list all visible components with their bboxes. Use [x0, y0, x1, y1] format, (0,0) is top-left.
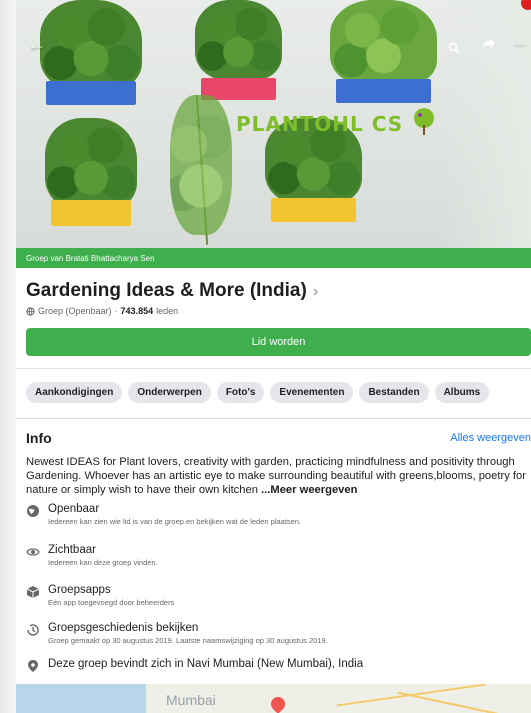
- planter-blue-left: [40, 0, 142, 105]
- info-item-visible: Zichtbaar Iedereen kan deze groep vinden…: [26, 544, 526, 567]
- tall-plant-foliage: [170, 95, 232, 245]
- info-item-desc: Groep gemaakt op 30 augustus 2019. Laats…: [48, 636, 328, 645]
- info-item-title: Deze groep bevindt zich in Navi Mumbai (…: [48, 658, 364, 670]
- share-icon[interactable]: [482, 34, 496, 55]
- tab-photos[interactable]: Foto's: [216, 382, 265, 403]
- tab-albums[interactable]: Albums: [434, 382, 490, 403]
- plantoholics-logo: PLANTOHL CS: [236, 107, 437, 137]
- facebook-group-screen: PLANTOHL CS ← ... Groep van Bratati Bhat…: [16, 0, 531, 713]
- map-label: Mumbai: [166, 692, 216, 708]
- location-pin-icon: [28, 660, 38, 672]
- info-item-desc: Iedereen kan zien wie lid is van de groe…: [48, 517, 302, 526]
- tab-events[interactable]: Evenementen: [270, 382, 354, 403]
- group-title[interactable]: Gardening Ideas & More (India): [26, 280, 307, 302]
- globe-icon: [27, 505, 39, 517]
- tab-topics[interactable]: Onderwerpen: [128, 382, 211, 403]
- tab-announcements[interactable]: Aankondigingen: [26, 382, 123, 403]
- group-privacy: Groep (Openbaar): [38, 306, 112, 316]
- chevron-right-icon: ›: [312, 283, 319, 300]
- member-label: leden: [156, 306, 179, 316]
- see-all-link[interactable]: Alles weergeven: [450, 432, 531, 444]
- planter-blue-right: [330, 0, 437, 103]
- info-item-title: Groepsgeschiedenis bekijken: [48, 622, 199, 634]
- info-item-desc: Eén app toegevoegd door beheerders: [48, 598, 175, 607]
- join-group-button[interactable]: Lid worden: [26, 328, 531, 356]
- info-item-desc: Iedereen kan deze groep vinden.: [48, 558, 158, 567]
- info-item-title: Groepsapps: [48, 584, 111, 596]
- group-tabs: Aankondigingen Onderwerpen Foto's Evenem…: [26, 382, 490, 403]
- group-description: Newest IDEAS for Plant lovers, creativit…: [26, 455, 531, 497]
- search-icon[interactable]: [448, 38, 460, 59]
- group-subtitle: Groep (Openbaar) · 743.854 leden: [26, 306, 178, 316]
- cube-icon: [26, 586, 40, 598]
- planter-red: [195, 0, 282, 100]
- member-count: 743.854: [120, 306, 154, 316]
- tab-files[interactable]: Bestanden: [359, 382, 429, 403]
- cover-photo: PLANTOHL CS ← ...: [16, 0, 531, 248]
- location-map[interactable]: Mumbai: [16, 684, 531, 713]
- info-item-location: Deze groep bevindt zich in Navi Mumbai (…: [26, 658, 526, 672]
- device-edge: [0, 0, 16, 713]
- info-item-title: Openbaar: [48, 503, 100, 515]
- eye-icon: [26, 548, 40, 556]
- divider: [16, 368, 531, 369]
- history-icon: [27, 624, 39, 636]
- info-item-public: Openbaar Iedereen kan zien wie lid is va…: [26, 503, 526, 526]
- info-item-history[interactable]: Groepsgeschiedenis bekijken Groep gemaak…: [26, 622, 526, 645]
- globe-icon: [26, 306, 35, 316]
- info-item-title: Zichtbaar: [48, 544, 96, 556]
- see-more-link[interactable]: ...Meer weergeven: [261, 484, 357, 496]
- separator-dot: ·: [114, 306, 118, 316]
- info-item-apps: Groepsapps Eén app toegevoegd door behee…: [26, 584, 526, 607]
- info-heading: Info: [26, 430, 52, 446]
- more-icon[interactable]: ...: [514, 32, 526, 48]
- group-owner-bar: Groep van Bratati Bhattacharya Sen: [16, 248, 531, 268]
- divider: [16, 418, 531, 419]
- group-title-row[interactable]: Gardening Ideas & More (India) ›: [26, 280, 318, 302]
- planter-yellow-left: [45, 118, 137, 226]
- back-arrow-icon[interactable]: ←: [28, 34, 46, 55]
- tree-logo-icon: [414, 108, 435, 135]
